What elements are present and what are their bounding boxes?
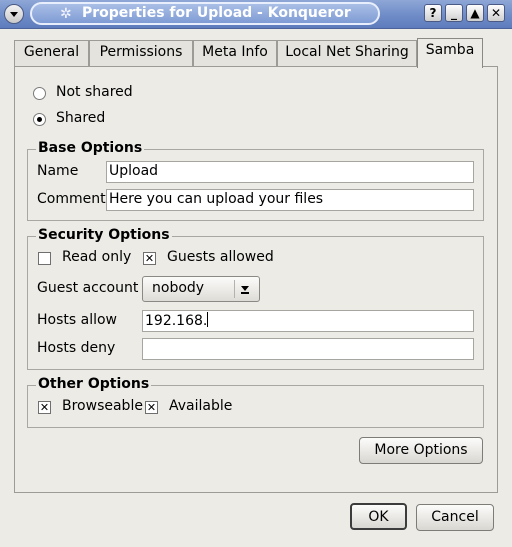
tab-local-net-sharing-label: Local Net Sharing — [285, 44, 409, 60]
hosts-allow-field[interactable]: 192.168. — [142, 310, 474, 332]
tab-samba[interactable]: Samba — [417, 38, 483, 68]
konqueror-gear-icon: ✲ — [60, 6, 72, 22]
browseable-checkbox[interactable]: ✕ — [38, 401, 51, 414]
hosts-deny-label: Hosts deny — [37, 340, 116, 356]
guests-allowed-label[interactable]: Guests allowed — [167, 249, 274, 265]
available-label[interactable]: Available — [169, 398, 232, 414]
combo-arrow-icon — [234, 280, 255, 298]
tab-samba-label: Samba — [425, 42, 475, 58]
tab-permissions-label: Permissions — [99, 44, 183, 60]
close-button[interactable]: ✕ — [487, 4, 505, 22]
guest-account-combo[interactable]: nobody — [142, 276, 260, 302]
browseable-label[interactable]: Browseable — [62, 398, 143, 414]
window-menu-button[interactable] — [4, 4, 24, 24]
maximize-button[interactable]: ▲ — [466, 4, 484, 22]
tab-meta-info[interactable]: Meta Info — [193, 40, 277, 67]
minimize-button[interactable]: _ — [445, 4, 463, 22]
name-field[interactable]: Upload — [106, 161, 474, 183]
not-shared-label[interactable]: Not shared — [56, 84, 133, 100]
available-checkbox[interactable]: ✕ — [145, 401, 158, 414]
base-options-title: Base Options — [36, 140, 145, 156]
tab-meta-info-label: Meta Info — [202, 44, 268, 60]
security-options-title: Security Options — [36, 227, 172, 243]
shared-radio[interactable] — [33, 113, 46, 126]
title-bar: ✲ Properties for Upload - Konqueror ? _ … — [0, 0, 512, 29]
shared-label[interactable]: Shared — [56, 110, 105, 126]
help-button[interactable]: ? — [424, 4, 442, 22]
read-only-label[interactable]: Read only — [62, 249, 131, 265]
guest-account-label: Guest account — [37, 280, 139, 296]
window-title: Properties for Upload - Konqueror — [82, 5, 351, 21]
other-options-title: Other Options — [36, 376, 152, 392]
comment-label: Comment — [37, 191, 106, 207]
title-pill: ✲ Properties for Upload - Konqueror — [30, 2, 380, 25]
cancel-button[interactable]: Cancel — [416, 504, 494, 531]
guest-account-value: nobody — [152, 280, 205, 296]
hosts-allow-label: Hosts allow — [37, 312, 117, 328]
name-label: Name — [37, 163, 79, 179]
tab-local-net-sharing[interactable]: Local Net Sharing — [277, 40, 417, 67]
read-only-checkbox[interactable] — [38, 252, 51, 265]
comment-field[interactable]: Here you can upload your files — [106, 189, 474, 211]
text-cursor — [207, 312, 209, 327]
tab-permissions[interactable]: Permissions — [89, 40, 193, 67]
tab-general-label: General — [23, 44, 80, 60]
not-shared-radio[interactable] — [33, 87, 46, 100]
ok-button[interactable]: OK — [350, 503, 407, 530]
hosts-deny-field[interactable] — [142, 338, 474, 360]
tab-general[interactable]: General — [14, 40, 89, 67]
guests-allowed-checkbox[interactable]: ✕ — [143, 252, 156, 265]
more-options-button[interactable]: More Options — [359, 437, 483, 464]
hosts-allow-value: 192.168. — [145, 313, 208, 329]
